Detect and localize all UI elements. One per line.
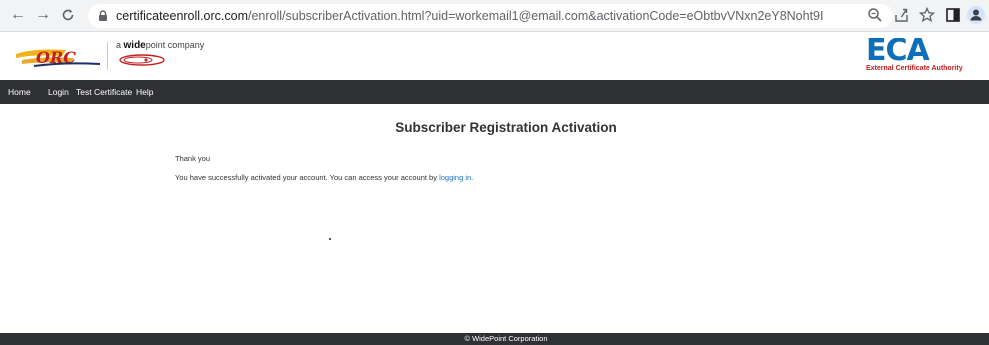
activation-message: You have successfully activated your acc… (175, 173, 474, 182)
browser-toolbar: ← → certificateenroll.orc.com/enroll/sub… (0, 0, 989, 32)
nav-help[interactable]: Help (136, 80, 153, 104)
lock-icon[interactable] (96, 9, 110, 23)
main-nav: Home Login Test Certificate Help (0, 80, 989, 104)
nav-home[interactable]: Home (8, 80, 31, 104)
nav-test-certificate[interactable]: Test Certificate (76, 80, 132, 104)
footer-copyright: © WidePoint Corporation (464, 334, 548, 343)
reload-icon[interactable] (58, 5, 78, 25)
eca-logo: ECA External Certificate Authority (866, 38, 989, 76)
eca-subtitle: External Certificate Authority (866, 65, 963, 72)
share-icon[interactable] (893, 6, 911, 24)
bookmark-star-icon[interactable] (918, 6, 936, 24)
zoom-icon[interactable] (866, 6, 884, 24)
side-panel-icon[interactable] (944, 6, 962, 24)
logging-in-link[interactable]: logging in (439, 173, 471, 182)
thank-you-text: Thank you (175, 154, 211, 163)
header-divider (107, 42, 108, 70)
site-header: ORC a widepoint company ECA External Cer… (0, 32, 989, 80)
site-footer: © WidePoint Corporation (0, 333, 989, 345)
stray-dot (329, 238, 331, 240)
page-title: Subscriber Registration Activation (395, 120, 617, 135)
back-arrow-icon[interactable]: ← (8, 5, 28, 25)
address-bar[interactable]: certificateenroll.orc.com/enroll/subscri… (88, 4, 893, 28)
widepoint-logo: a widepoint company (116, 40, 206, 72)
profile-avatar-icon[interactable] (966, 5, 986, 25)
forward-arrow-icon[interactable]: → (33, 5, 53, 25)
widepoint-swoosh-icon (119, 54, 165, 66)
nav-login[interactable]: Login (48, 80, 69, 104)
url-text[interactable]: certificateenroll.orc.com/enroll/subscri… (116, 4, 823, 28)
widepoint-tagline: a widepoint company (116, 40, 205, 51)
orc-logo[interactable]: ORC (14, 42, 104, 72)
eca-letters: ECA (866, 38, 930, 68)
